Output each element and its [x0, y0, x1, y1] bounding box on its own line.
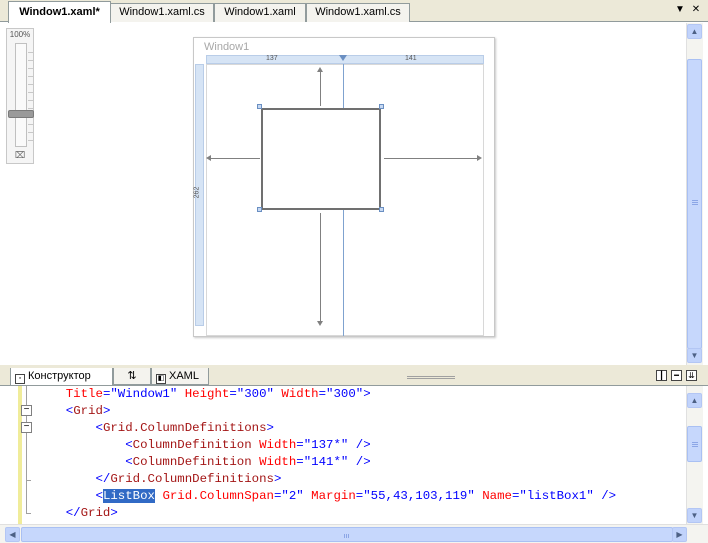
- top-margin-line: [320, 70, 321, 106]
- outline-line: [26, 433, 27, 513]
- editor-vertical-scrollbar[interactable]: ▲ ▼: [686, 386, 703, 524]
- code-line-1: Title="Window1" Height="300" Width="300"…: [65, 387, 371, 401]
- code-line-6: </Grid.ColumnDefinitions>: [95, 472, 282, 486]
- row-ruler[interactable]: 262: [193, 64, 204, 326]
- resize-handle-bottom-right[interactable]: [379, 207, 384, 212]
- xaml-view-icon: ◧: [156, 374, 166, 384]
- editor-horizontal-scrollbar[interactable]: ◀ ▶: [0, 524, 708, 543]
- outline-end-marker: [26, 480, 31, 481]
- top-margin-arrow-icon: [317, 67, 323, 72]
- scroll-up-icon[interactable]: ▲: [687, 24, 702, 39]
- tab-window1-xaml[interactable]: Window1.xaml: [214, 3, 306, 22]
- outline-end-marker: [26, 513, 31, 514]
- column-width-1: 137: [266, 55, 278, 62]
- collapse-pane-icon[interactable]: ⇊: [686, 370, 697, 381]
- right-margin-arrow-icon: [477, 155, 482, 161]
- horizontal-scroll-thumb[interactable]: [21, 527, 673, 542]
- tab-xaml-label: XAML: [169, 370, 199, 382]
- collapse-grid-icon[interactable]: −: [21, 405, 32, 416]
- code-line-4: <ColumnDefinition Width="137*" />: [125, 438, 371, 452]
- tab-xaml[interactable]: ◧ XAML: [151, 368, 209, 385]
- resize-handle-top-right[interactable]: [379, 104, 384, 109]
- collapse-columndefinitions-icon[interactable]: −: [21, 422, 32, 433]
- zoom-level-label: 100%: [9, 30, 31, 39]
- tab-design[interactable]: ▫ Конструктор: [10, 368, 113, 386]
- xaml-editor[interactable]: − − Title="Window1" Height="300" Width="…: [0, 386, 686, 524]
- code-line-7: <ListBox Grid.ColumnSpan="2" Margin="55,…: [95, 489, 617, 503]
- editor-scroll-thumb[interactable]: [687, 426, 702, 462]
- selected-listbox-text[interactable]: ListBox: [102, 489, 155, 503]
- zoom-fit-icon[interactable]: ⌧: [11, 150, 29, 162]
- splitter-grip[interactable]: [407, 376, 455, 379]
- column-width-2: 141: [405, 55, 417, 62]
- right-margin-line: [384, 158, 478, 159]
- grid-height-label: 262: [193, 186, 201, 199]
- bottom-margin-line: [320, 213, 321, 323]
- outline-line: [26, 386, 27, 405]
- code-line-8: </Grid>: [65, 506, 118, 520]
- bottom-margin-arrow-icon: [317, 321, 323, 326]
- designer-vertical-scrollbar[interactable]: ▲ ▼: [686, 23, 703, 365]
- vertical-split-icon[interactable]: ┃: [656, 370, 667, 381]
- swap-panes-icon: ⇅: [127, 370, 137, 382]
- code-line-5: <ColumnDefinition Width="141*" />: [125, 455, 371, 469]
- resize-handle-top-left[interactable]: [257, 104, 262, 109]
- document-tab-strip: Window1.xaml* Window1.xaml.cs Window1.xa…: [0, 0, 708, 23]
- tab-window1-xaml-modified[interactable]: Window1.xaml*: [8, 1, 111, 23]
- tab-window1-xaml-cs[interactable]: Window1.xaml.cs: [110, 3, 214, 22]
- design-view-icon: ▫: [15, 374, 25, 384]
- tab-window1-xaml-cs-2[interactable]: Window1.xaml.cs: [306, 3, 410, 22]
- view-tab-strip: ▫ Конструктор ⇅ ◧ XAML ┃ ━ ⇊: [0, 368, 708, 386]
- zoom-thumb[interactable]: [8, 110, 34, 119]
- editor-scroll-up-icon[interactable]: ▲: [687, 393, 702, 408]
- tab-design-label: Конструктор: [28, 370, 91, 382]
- wpf-window-preview[interactable]: Window1 137 141 262: [193, 37, 495, 337]
- scroll-right-icon[interactable]: ▶: [672, 527, 687, 542]
- close-document-icon[interactable]: ✕: [690, 4, 702, 16]
- editor-scroll-down-icon[interactable]: ▼: [687, 508, 702, 523]
- designer-scroll-thumb[interactable]: [687, 59, 702, 349]
- code-line-3: <Grid.ColumnDefinitions>: [95, 421, 274, 435]
- swap-panes-button[interactable]: ⇅: [113, 368, 151, 385]
- scroll-down-icon[interactable]: ▼: [687, 348, 702, 363]
- left-margin-arrow-icon: [206, 155, 211, 161]
- tab-dropdown-icon[interactable]: ▼: [674, 4, 686, 16]
- column-splitter-marker[interactable]: [339, 55, 347, 61]
- horizontal-split-icon[interactable]: ━: [671, 370, 682, 381]
- scroll-left-icon[interactable]: ◀: [5, 527, 20, 542]
- left-margin-line: [210, 158, 260, 159]
- resize-handle-bottom-left[interactable]: [257, 207, 262, 212]
- window-title: Window1: [204, 41, 250, 53]
- zoom-slider[interactable]: 100% ⌧: [6, 28, 34, 164]
- zoom-track[interactable]: [15, 43, 33, 147]
- listbox-control[interactable]: [261, 108, 381, 210]
- code-line-2: <Grid>: [65, 404, 111, 418]
